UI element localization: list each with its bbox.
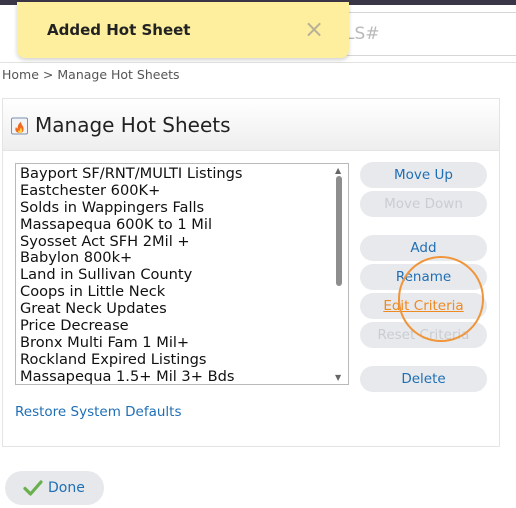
list-item[interactable]: Eastchester 600K+ <box>20 182 330 200</box>
scrollbar-thumb[interactable] <box>336 176 342 286</box>
add-button[interactable]: Add <box>360 235 487 261</box>
list-item[interactable]: Great Neck Updates <box>20 300 330 318</box>
move-down-button[interactable]: Move Down <box>360 191 487 217</box>
header-divider <box>0 62 516 63</box>
breadcrumb-separator: > <box>42 67 54 82</box>
scroll-down-arrow-icon[interactable]: ▼ <box>335 373 341 382</box>
list-item[interactable]: Price Decrease <box>20 317 330 335</box>
list-item[interactable]: Bronx Multi Fam 1 Mil+ <box>20 334 330 352</box>
done-button[interactable]: Done <box>5 471 104 505</box>
done-label: Done <box>48 480 85 496</box>
reset-criteria-button[interactable]: Reset Criteria <box>360 322 487 348</box>
manage-hot-sheets-panel: Manage Hot Sheets Bayport SF/RNT/MULTI L… <box>2 98 500 447</box>
close-icon[interactable]: × <box>301 16 327 42</box>
panel-title: Manage Hot Sheets <box>35 113 231 137</box>
toast-message: Added Hot Sheet <box>47 21 191 39</box>
checkmark-icon <box>23 480 43 496</box>
breadcrumb-home-link[interactable]: Home <box>2 67 39 82</box>
hot-sheet-fire-icon <box>11 117 28 135</box>
delete-button[interactable]: Delete <box>360 366 487 392</box>
panel-header: Manage Hot Sheets <box>3 99 499 151</box>
breadcrumb: Home > Manage Hot Sheets <box>2 67 180 82</box>
search-input[interactable]: LS# <box>330 12 516 56</box>
notification-toast: Added Hot Sheet × <box>17 2 349 58</box>
move-up-button[interactable]: Move Up <box>360 162 487 188</box>
edit-criteria-button[interactable]: Edit Criteria <box>360 293 487 319</box>
listbox-scrollbar[interactable]: ▲ ▼ <box>332 164 348 384</box>
list-item[interactable]: Bayport SF/RNT/MULTI Listings <box>20 165 330 183</box>
list-item[interactable]: Massapequa 600K to 1 Mil <box>20 216 330 234</box>
list-item[interactable]: Syosset Act SFH 2Mil + <box>20 233 330 251</box>
list-item[interactable]: Solds in Wappingers Falls <box>20 199 330 217</box>
hot-sheet-listbox[interactable]: Bayport SF/RNT/MULTI Listings Eastcheste… <box>15 163 349 385</box>
restore-system-defaults-link[interactable]: Restore System Defaults <box>15 404 182 420</box>
list-item[interactable]: Coops in Little Neck <box>20 283 330 301</box>
search-placeholder: LS# <box>345 24 380 44</box>
list-item[interactable]: Land in Sullivan County <box>20 266 330 284</box>
breadcrumb-current: Manage Hot Sheets <box>57 67 180 82</box>
scroll-up-arrow-icon[interactable]: ▲ <box>335 166 341 175</box>
list-item[interactable]: Babylon 800k+ <box>20 250 330 267</box>
list-item[interactable]: Rockland Expired Listings <box>20 351 330 369</box>
list-item[interactable]: Massapequa 1.5+ Mil 3+ Bds <box>20 368 330 384</box>
rename-button[interactable]: Rename <box>360 264 487 290</box>
